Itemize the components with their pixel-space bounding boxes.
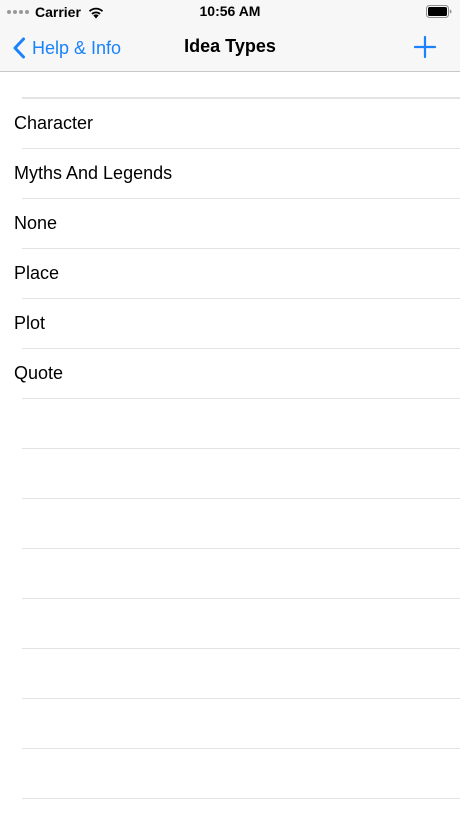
list-item-label: Myths And Legends (14, 163, 173, 183)
list-item[interactable]: Character (14, 98, 460, 148)
list-item-label: Quote (14, 363, 64, 383)
page-title: Idea Types (184, 36, 276, 56)
empty-row (22, 648, 460, 698)
empty-row (22, 798, 460, 818)
empty-row (22, 698, 460, 748)
list-item-label: Plot (14, 313, 46, 333)
battery-icon (426, 5, 452, 18)
list-item[interactable]: Quote (14, 348, 460, 398)
empty-row (22, 748, 460, 798)
list-item-label: None (14, 213, 58, 233)
list-item[interactable]: None (14, 198, 460, 248)
empty-row (22, 398, 460, 448)
idea-types-list: Character Myths And Legends None Place P… (0, 98, 460, 818)
list-item[interactable]: Myths And Legends (14, 148, 460, 198)
status-time: 10:56 AM (199, 3, 261, 19)
empty-row (22, 548, 460, 598)
plus-icon[interactable] (412, 34, 438, 60)
navigation-bar: Help & Info Idea Types (0, 24, 460, 72)
list-item-label: Place (14, 263, 60, 283)
empty-row (22, 448, 460, 498)
empty-row (22, 598, 460, 648)
list-item[interactable]: Place (14, 248, 460, 298)
list-item[interactable]: Plot (14, 298, 460, 348)
list-item-label: Character (14, 113, 94, 133)
screen: Carrier 10:56 AM Help & Info Idea Types (0, 0, 460, 818)
status-bar: Carrier 10:56 AM (0, 0, 460, 24)
empty-row (22, 498, 460, 548)
